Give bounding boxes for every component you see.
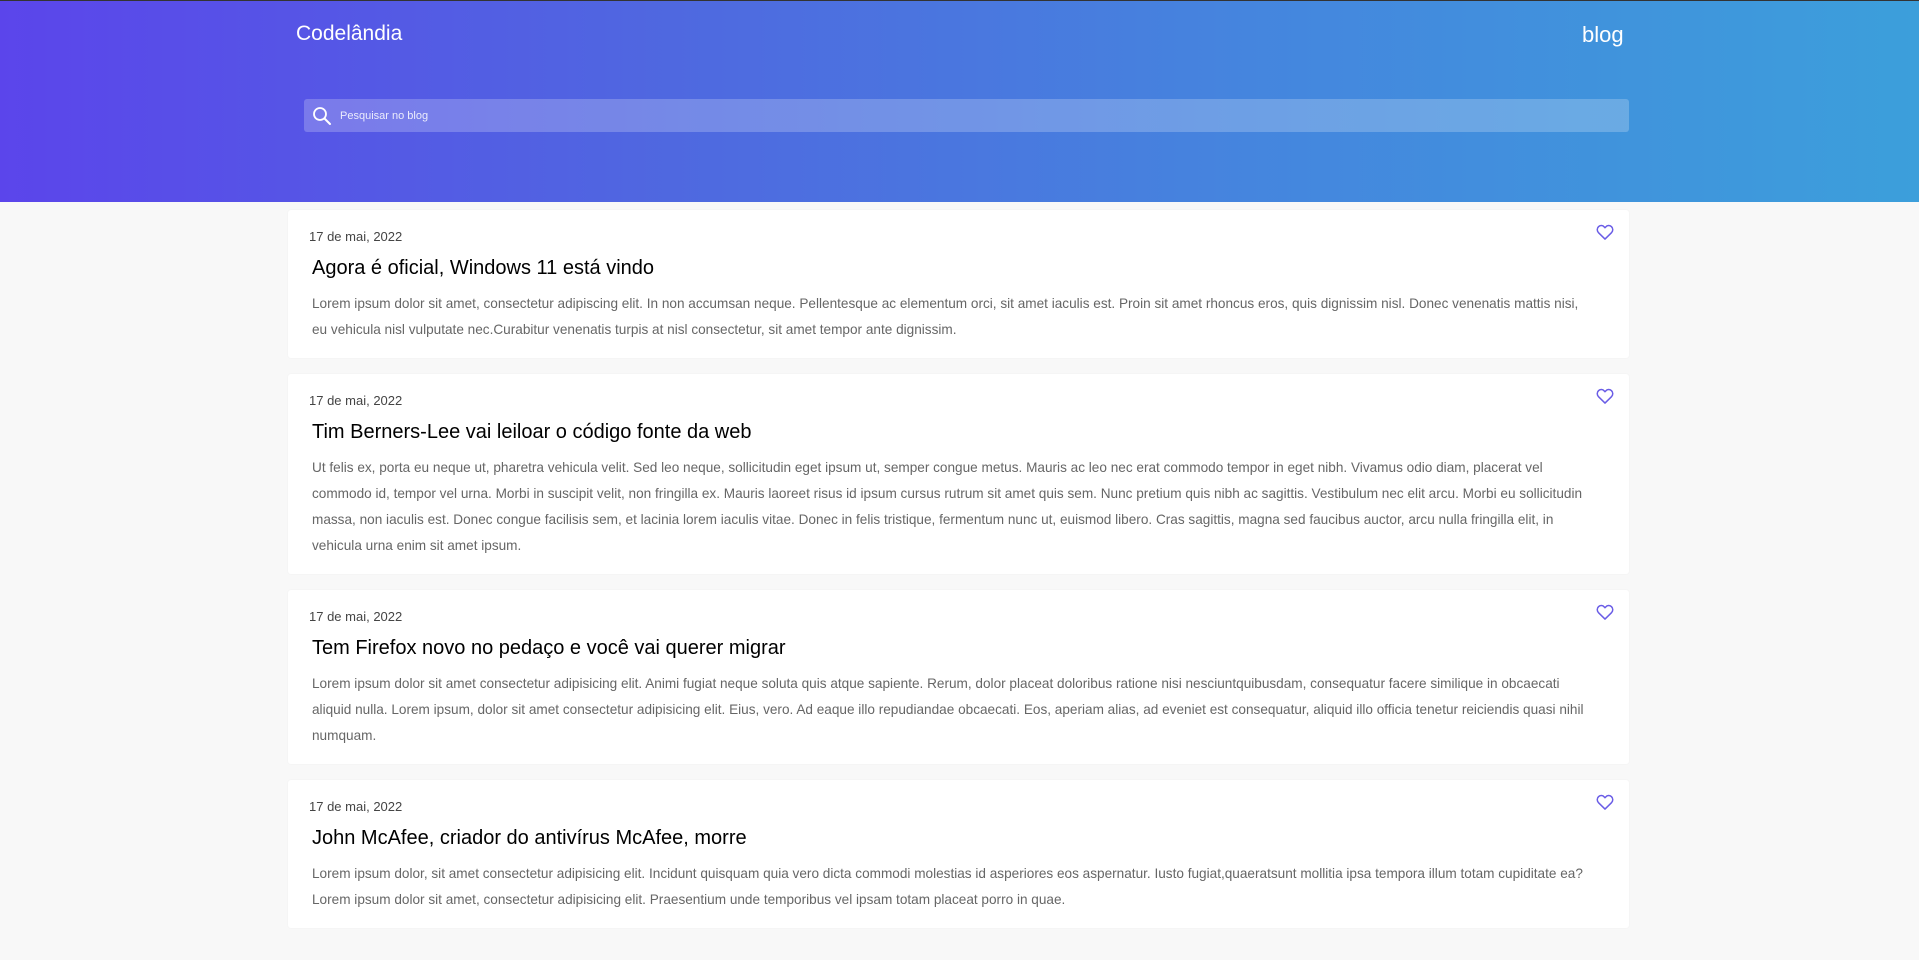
site-logo-text[interactable]: Codelândia: [296, 22, 402, 46]
post-date: 17 de mai, 2022: [309, 229, 403, 244]
post-title[interactable]: John McAfee, criador do antivírus McAfee…: [312, 826, 1593, 850]
post-excerpt: Lorem ipsum dolor sit amet consectetur a…: [312, 676, 1584, 743]
search-input[interactable]: [340, 99, 1629, 132]
header-banner: Codelândia blog: [0, 0, 1919, 202]
post-excerpt: Lorem ipsum dolor, sit amet consectetur …: [312, 866, 1583, 907]
post-title[interactable]: Agora é oficial, Windows 11 está vindo: [312, 256, 1593, 280]
heart-outline-icon[interactable]: [1595, 386, 1615, 406]
heart-outline-icon[interactable]: [1595, 792, 1615, 812]
post-date: 17 de mai, 2022: [309, 799, 403, 814]
post-card[interactable]: 17 de mai, 2022 Tim Berners-Lee vai leil…: [288, 374, 1629, 574]
post-title[interactable]: Tim Berners-Lee vai leiloar o código fon…: [312, 420, 1593, 444]
heart-outline-icon[interactable]: [1595, 222, 1615, 242]
post-date: 17 de mai, 2022: [309, 393, 403, 408]
post-card[interactable]: 17 de mai, 2022 John McAfee, criador do …: [288, 780, 1629, 928]
post-excerpt: Ut felis ex, porta eu neque ut, pharetra…: [312, 460, 1583, 553]
post-card[interactable]: 17 de mai, 2022 Tem Firefox novo no peda…: [288, 590, 1629, 764]
post-date: 17 de mai, 2022: [309, 609, 403, 624]
heart-outline-icon[interactable]: [1595, 602, 1615, 622]
nav-link-blog[interactable]: blog: [1582, 22, 1624, 48]
search-icon: [312, 106, 332, 126]
post-excerpt: Lorem ipsum dolor sit amet, consectetur …: [312, 296, 1579, 337]
post-title[interactable]: Tem Firefox novo no pedaço e você vai qu…: [312, 636, 1593, 660]
post-card[interactable]: 17 de mai, 2022 Agora é oficial, Windows…: [288, 210, 1629, 358]
search-bar[interactable]: [304, 99, 1629, 132]
post-list: 17 de mai, 2022 Agora é oficial, Windows…: [288, 210, 1629, 944]
